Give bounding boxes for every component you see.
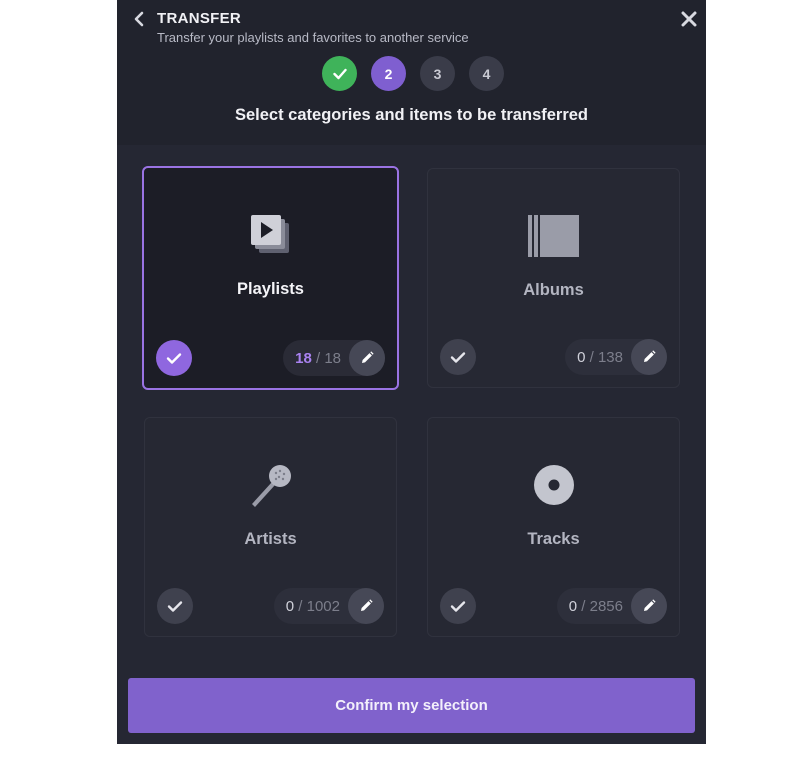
stepper: 2 3 4 [322, 56, 504, 92]
chevron-left-icon [134, 11, 144, 27]
count-separator: / [298, 597, 303, 615]
selected-count: 0 [285, 597, 295, 615]
select-toggle[interactable] [157, 588, 193, 624]
total-count: 138 [597, 348, 623, 366]
category-card-albums[interactable]: Albums 0 / 138 [427, 168, 680, 388]
disc-icon [533, 465, 574, 505]
pencil-icon [644, 350, 656, 362]
instruction-text: Select categories and items to be transf… [234, 106, 589, 124]
edit-button[interactable] [349, 340, 385, 376]
total-count: 18 [324, 349, 341, 367]
check-icon [332, 68, 347, 79]
category-label: Tracks [527, 530, 580, 548]
pencil-icon [362, 351, 374, 363]
select-toggle[interactable] [440, 339, 476, 375]
edit-button[interactable] [631, 588, 667, 624]
edit-button[interactable] [348, 588, 384, 624]
selected-count: 18 [295, 349, 312, 367]
count-separator: / [581, 597, 586, 615]
page-title: TRANSFER [157, 10, 242, 27]
step-4[interactable]: 4 [469, 56, 504, 91]
total-count: 1002 [306, 597, 340, 615]
page-subtitle: Transfer your playlists and favorites to… [157, 30, 469, 45]
microphone-icon [251, 465, 291, 507]
transfer-panel: TRANSFER Transfer your playlists and fav… [117, 0, 706, 744]
check-icon [450, 351, 466, 363]
album-icon [527, 215, 579, 257]
pencil-icon [644, 599, 656, 611]
step-3[interactable]: 3 [420, 56, 455, 91]
select-toggle[interactable] [440, 588, 476, 624]
category-card-artists[interactable]: Artists 0 / 1002 [144, 417, 397, 637]
pencil-icon [361, 599, 373, 611]
category-label: Artists [244, 530, 297, 548]
confirm-selection-button[interactable]: Confirm my selection [128, 678, 695, 733]
check-icon [167, 600, 183, 612]
edit-button[interactable] [631, 339, 667, 375]
category-label: Playlists [237, 280, 304, 298]
item-count: 0 / 138 [565, 339, 667, 375]
check-icon [450, 600, 466, 612]
item-count: 0 / 1002 [273, 588, 384, 624]
back-button[interactable] [129, 8, 149, 30]
header: TRANSFER Transfer your playlists and fav… [117, 0, 706, 145]
count-separator: / [589, 348, 594, 366]
select-toggle[interactable] [156, 340, 192, 376]
close-icon [681, 11, 697, 27]
item-count: 18 / 18 [283, 340, 385, 376]
item-count: 0 / 2856 [556, 588, 667, 624]
playlist-stack-icon [250, 215, 289, 253]
category-label: Albums [523, 281, 584, 299]
count-separator: / [315, 349, 321, 367]
total-count: 2856 [589, 597, 623, 615]
step-1[interactable] [322, 56, 357, 91]
category-card-tracks[interactable]: Tracks 0 / 2856 [427, 417, 680, 637]
category-card-playlists[interactable]: Playlists 18 / 18 [142, 166, 399, 390]
step-2[interactable]: 2 [371, 56, 406, 91]
check-icon [166, 352, 182, 364]
selected-count: 0 [577, 348, 586, 366]
selected-count: 0 [568, 597, 578, 615]
close-button[interactable] [679, 9, 699, 29]
